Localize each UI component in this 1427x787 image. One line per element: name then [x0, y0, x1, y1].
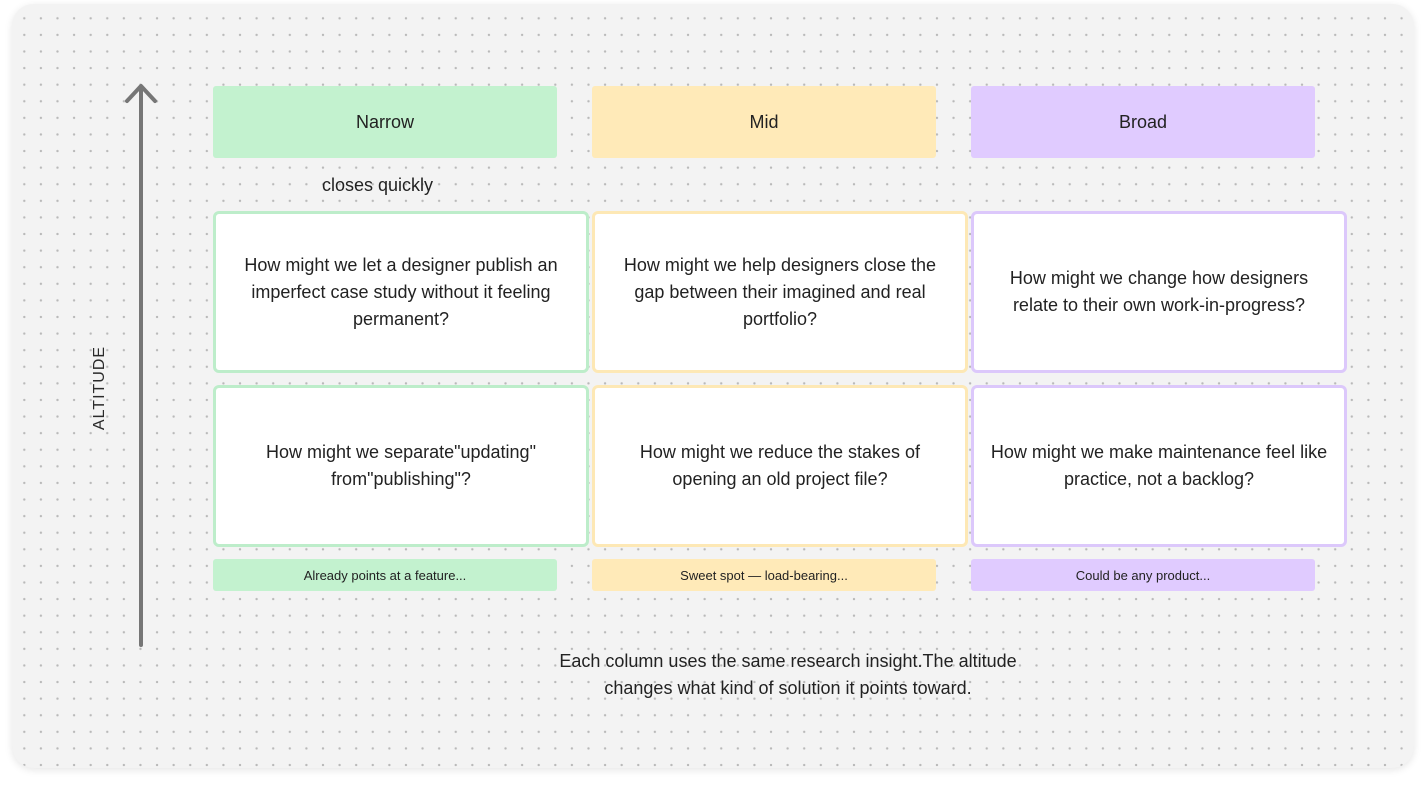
- altitude-axis-line: [139, 86, 143, 647]
- column-header-mid[interactable]: Mid: [592, 86, 936, 158]
- hmw-card[interactable]: How might we reduce the stakes of openin…: [592, 385, 968, 547]
- hmw-card[interactable]: How might we change how designers relate…: [971, 211, 1347, 373]
- arrow-up-icon: [125, 84, 157, 103]
- column-footer-broad[interactable]: Could be any product...: [971, 559, 1315, 591]
- hmw-card-text: How might we change how designers relate…: [1009, 268, 1309, 315]
- hmw-card-text: How might we separate"updating" from"pub…: [266, 442, 536, 489]
- hmw-card[interactable]: How might we separate"updating" from"pub…: [213, 385, 589, 547]
- closes-quickly-note[interactable]: closes quickly: [322, 175, 433, 196]
- hmw-card[interactable]: How might we make maintenance feel like …: [971, 385, 1347, 547]
- column-footer-narrow[interactable]: Already points at a feature...: [213, 559, 557, 591]
- hmw-card[interactable]: How might we let a designer publish an i…: [213, 211, 589, 373]
- hmw-card-text: How might we make maintenance feel like …: [990, 442, 1328, 489]
- hmw-card[interactable]: How might we help designers close the ga…: [592, 211, 968, 373]
- column-footer-mid[interactable]: Sweet spot — load-bearing...: [592, 559, 936, 591]
- column-header-broad[interactable]: Broad: [971, 86, 1315, 158]
- hmw-card-text: How might we reduce the stakes of openin…: [639, 442, 921, 489]
- hmw-card-text: How might we help designers close the ga…: [623, 254, 937, 329]
- column-header-narrow[interactable]: Narrow: [213, 86, 557, 158]
- caption-text[interactable]: Each column uses the same research insig…: [529, 648, 1047, 702]
- axis-label: ALTITUDE: [91, 345, 108, 431]
- hmw-card-text: How might we let a designer publish an i…: [244, 254, 558, 329]
